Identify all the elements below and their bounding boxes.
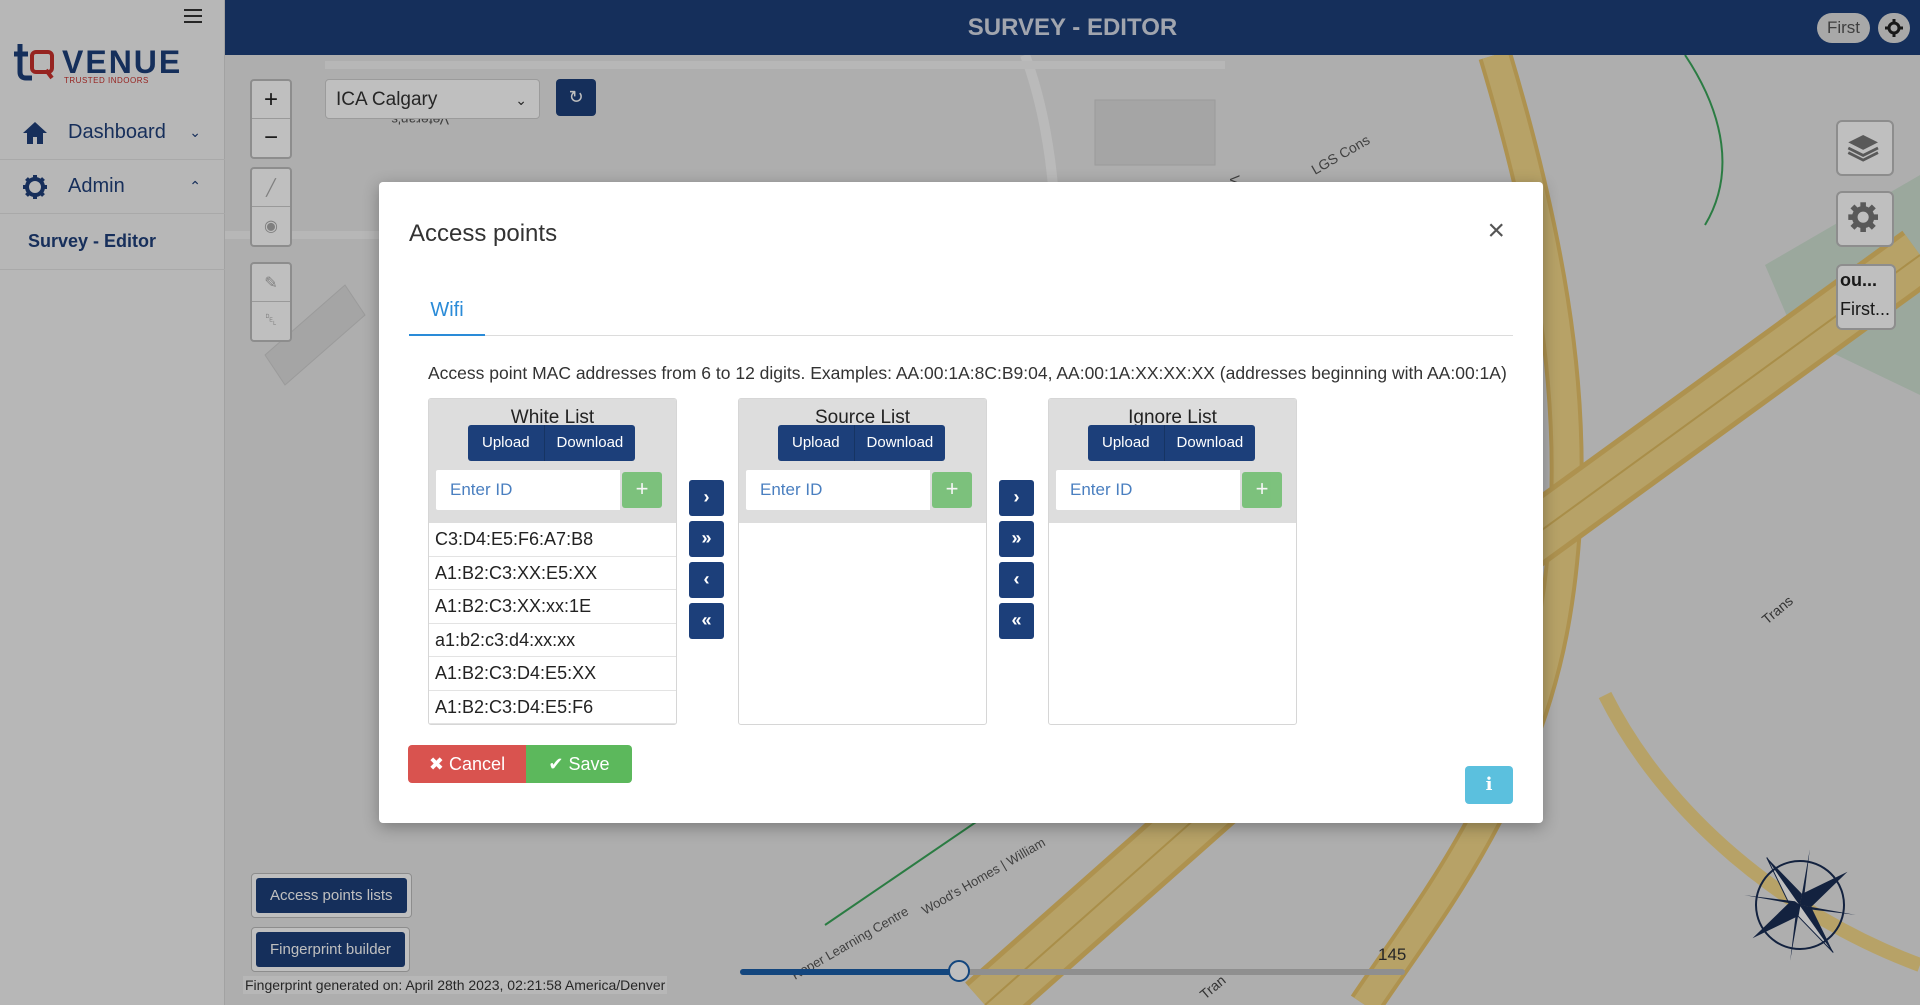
source-list-panel: Source List Upload Download Enter ID +	[738, 398, 987, 725]
cancel-label: Cancel	[449, 754, 506, 774]
upload-button[interactable]: Upload	[468, 425, 545, 461]
info-button[interactable]: i	[1465, 766, 1513, 804]
enter-id-input[interactable]: Enter ID	[435, 469, 621, 511]
access-points-modal: Access points × Wifi Access point MAC ad…	[379, 182, 1543, 823]
list-item[interactable]: A1:B2:C3:D4:E5:XX	[429, 657, 676, 691]
add-id-button[interactable]: +	[1242, 472, 1282, 508]
list-item[interactable]: C3:D4:E5:F6:A7:B8	[429, 523, 676, 557]
list-header: Ignore List Upload Download Enter ID +	[1049, 399, 1296, 523]
enter-id-input[interactable]: Enter ID	[1055, 469, 1241, 511]
checkmark-icon: ✔	[548, 754, 564, 774]
move-all-right-button[interactable]: »	[999, 521, 1034, 557]
plus-icon: +	[945, 476, 959, 501]
save-label: Save	[568, 754, 610, 774]
move-left-button[interactable]: ‹	[999, 562, 1034, 598]
tab-wifi[interactable]: Wifi	[409, 290, 485, 336]
download-button[interactable]: Download	[1164, 425, 1256, 461]
enter-id-input[interactable]: Enter ID	[745, 469, 931, 511]
move-all-right-button[interactable]: »	[689, 521, 724, 557]
move-right-button[interactable]: ›	[689, 480, 724, 516]
ignore-list-panel: Ignore List Upload Download Enter ID +	[1048, 398, 1297, 725]
move-buttons-left: › » ‹ «	[689, 480, 724, 644]
move-left-button[interactable]: ‹	[689, 562, 724, 598]
add-id-button[interactable]: +	[932, 472, 972, 508]
modal-title: Access points	[409, 220, 558, 247]
move-all-left-button[interactable]: «	[689, 603, 724, 639]
mac-format-description: Access point MAC addresses from 6 to 12 …	[428, 363, 1507, 383]
move-buttons-right: › » ‹ «	[999, 480, 1034, 644]
list-item[interactable]: A1:B2:C3:XX:E5:XX	[429, 557, 676, 590]
add-id-button[interactable]: +	[622, 472, 662, 508]
white-list-items: C3:D4:E5:F6:A7:B8 A1:B2:C3:XX:E5:XX A1:B…	[429, 523, 676, 724]
list-item[interactable]: A1:B2:C3:D4:E5:F6	[429, 691, 676, 724]
modal-tabs: Wifi	[409, 290, 1513, 336]
list-header: Source List Upload Download Enter ID +	[739, 399, 986, 523]
upload-button[interactable]: Upload	[778, 425, 855, 461]
info-icon: i	[1485, 774, 1493, 795]
save-button[interactable]: ✔ Save	[526, 745, 632, 783]
upload-button[interactable]: Upload	[1088, 425, 1165, 461]
white-list-panel: White List Upload Download Enter ID + C3…	[428, 398, 677, 725]
plus-icon: +	[635, 476, 649, 501]
move-right-button[interactable]: ›	[999, 480, 1034, 516]
plus-icon: +	[1255, 476, 1269, 501]
upload-download-group: Upload Download	[778, 425, 946, 461]
download-button[interactable]: Download	[544, 425, 636, 461]
upload-download-group: Upload Download	[1088, 425, 1256, 461]
list-header: White List Upload Download Enter ID +	[429, 399, 676, 523]
download-button[interactable]: Download	[854, 425, 946, 461]
close-icon: ✖	[428, 754, 445, 774]
close-icon[interactable]: ×	[1487, 216, 1505, 246]
list-item[interactable]: a1:b2:c3:d4:xx:xx	[429, 624, 676, 657]
move-all-left-button[interactable]: «	[999, 603, 1034, 639]
cancel-button[interactable]: ✖ Cancel	[408, 745, 526, 783]
list-item[interactable]: A1:B2:C3:XX:xx:1E	[429, 590, 676, 624]
upload-download-group: Upload Download	[468, 425, 636, 461]
